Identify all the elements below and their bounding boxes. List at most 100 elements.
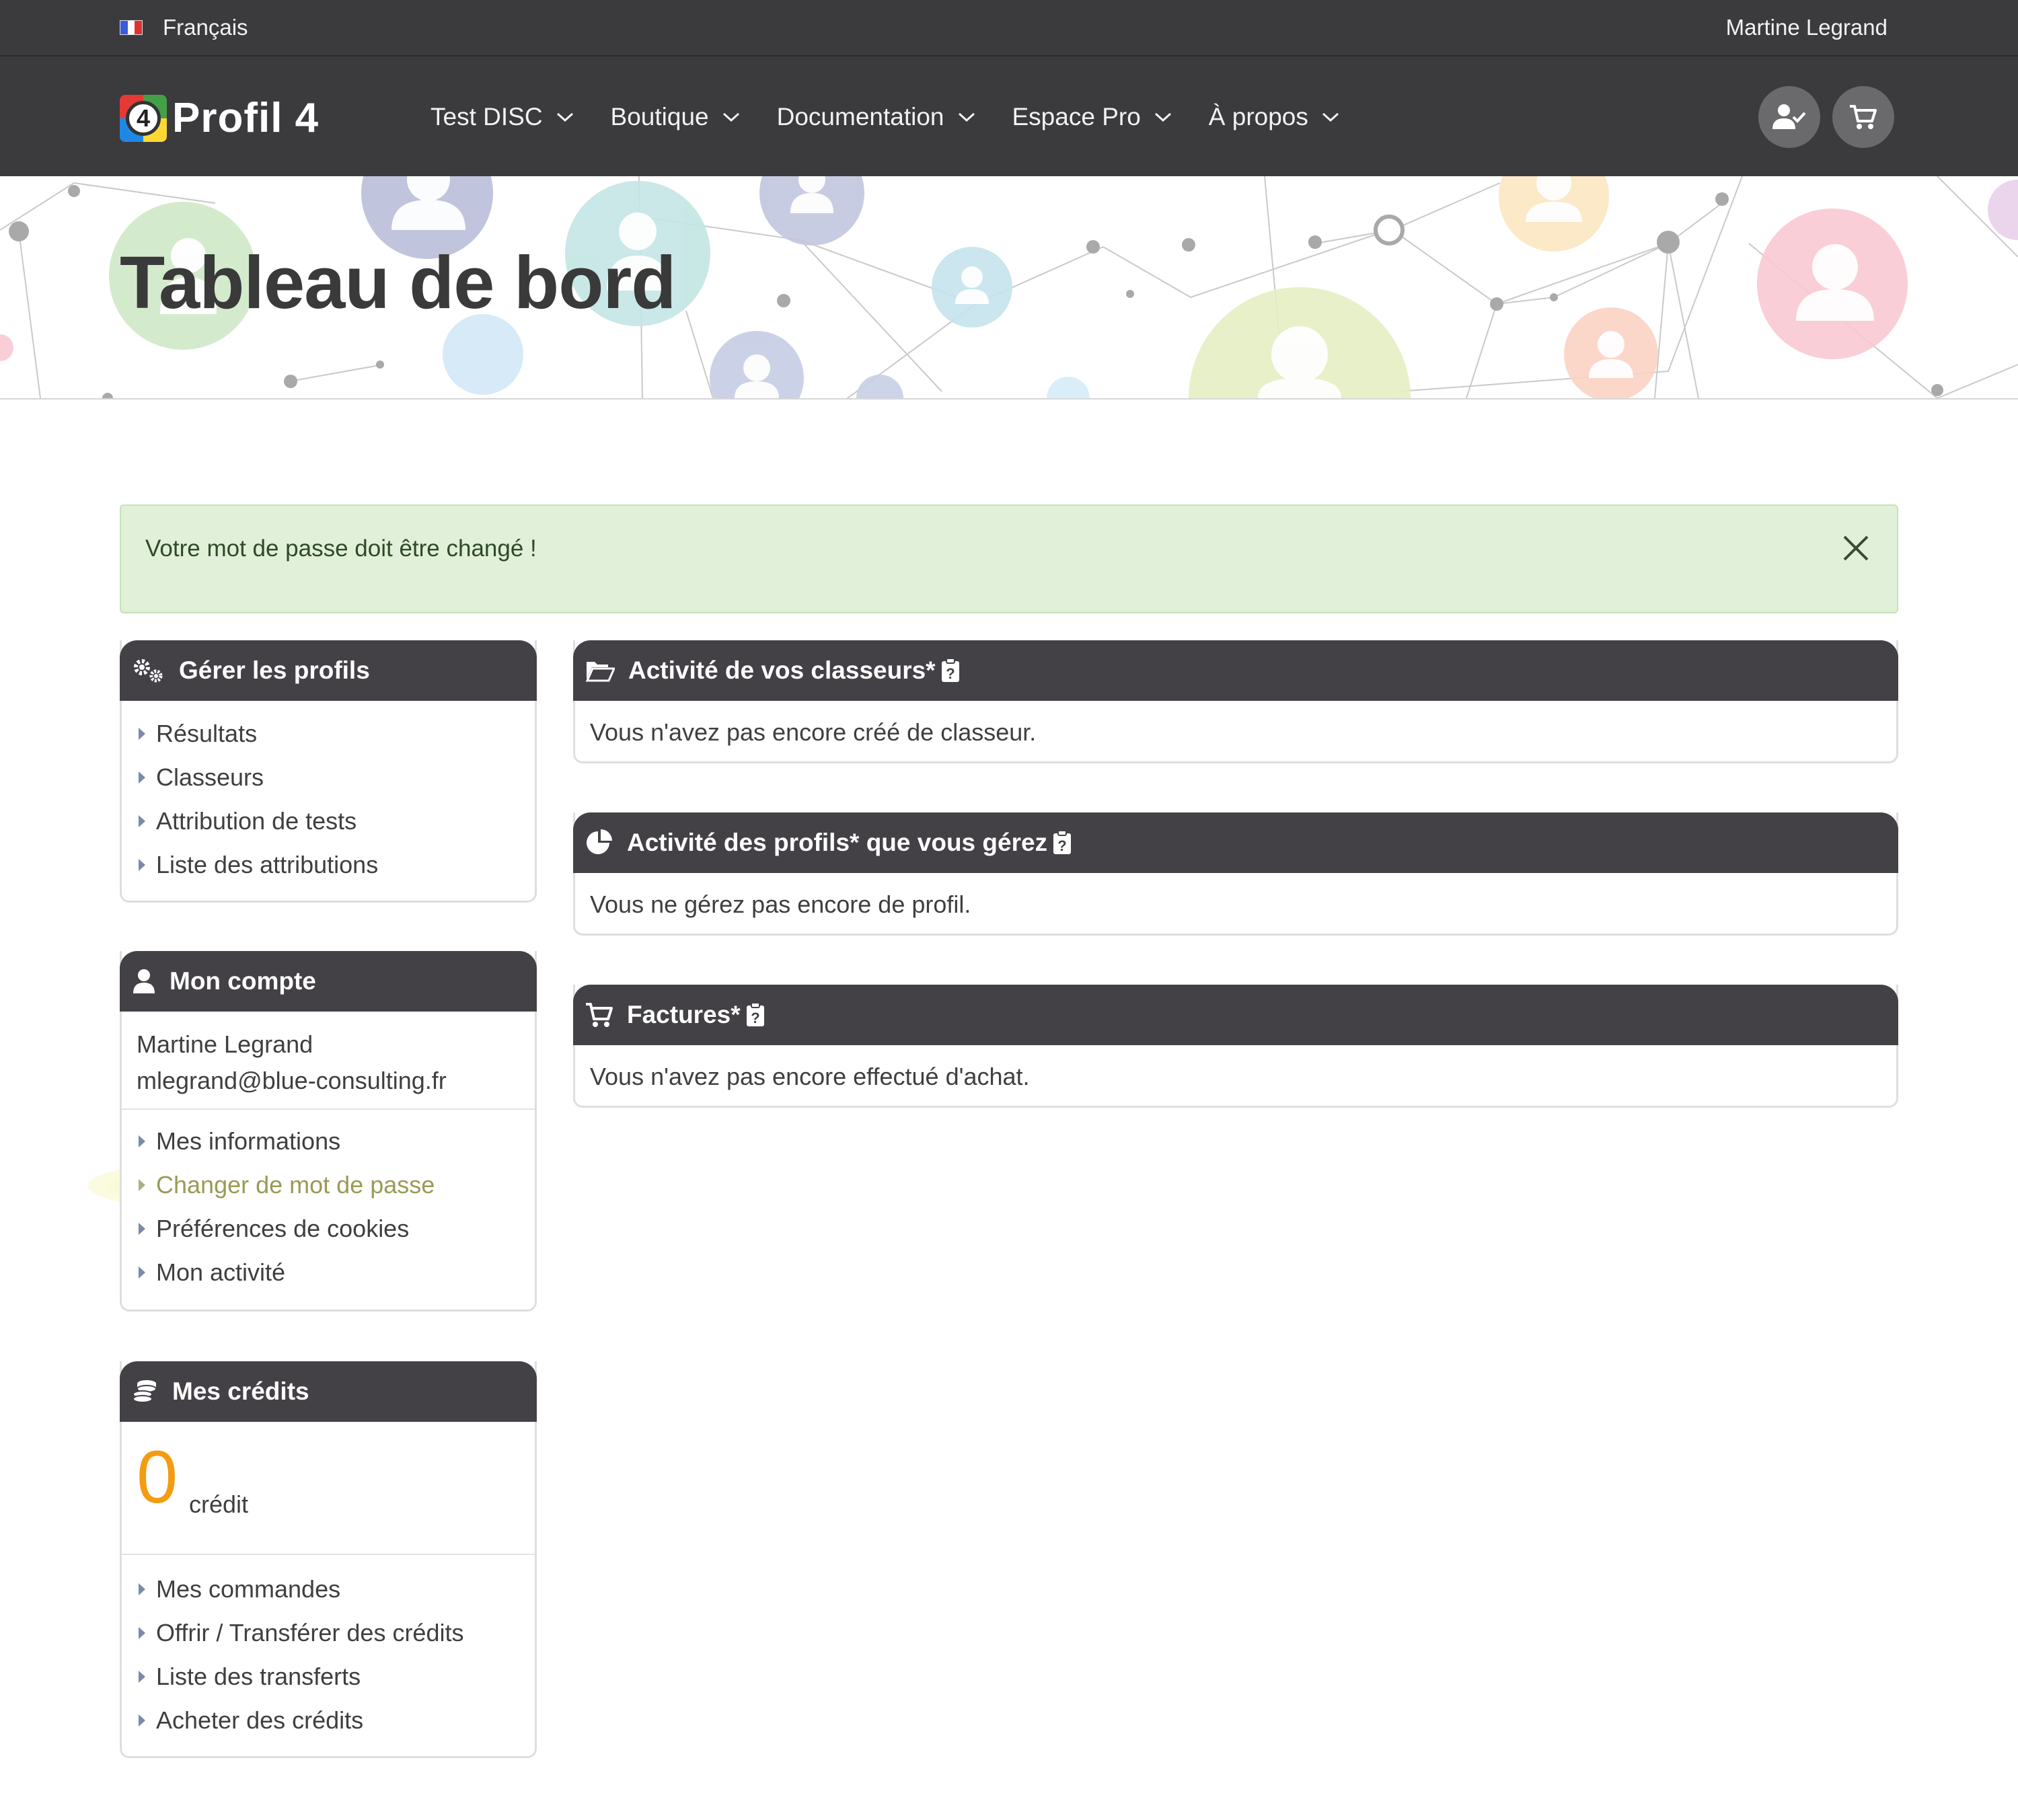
link-acheter-credits[interactable]: Acheter des crédits (122, 1698, 535, 1742)
link-mes-informations[interactable]: Mes informations (122, 1119, 535, 1163)
cogs-icon (132, 657, 165, 684)
panel-body: Martine Legrand mlegrand@blue-consulting… (122, 1026, 535, 1294)
top-user-name[interactable]: Martine Legrand (1726, 13, 1888, 42)
nav-item-label: À propos (1208, 103, 1308, 130)
clipboard-question-icon: ? (1053, 831, 1072, 854)
link-label: Mes commandes (156, 1575, 341, 1603)
divider (122, 1554, 535, 1555)
panel-body: 0 crédit Mes commandes Offrir / Transfér… (122, 1422, 535, 1742)
link-label: Acheter des crédits (156, 1706, 364, 1734)
nav-item-boutique[interactable]: Boutique (611, 103, 740, 131)
link-preferences-cookies[interactable]: Préférences de cookies (122, 1207, 535, 1250)
link-changer-mot-de-passe[interactable]: Changer de mot de passe (122, 1163, 535, 1207)
caret-right-icon (139, 1583, 145, 1595)
link-label: Mes informations (156, 1127, 341, 1155)
caret-right-icon (139, 1135, 145, 1147)
panel-header: Activité des profils* que vous gérez ? (573, 812, 1898, 873)
binders-activity-text: Vous n'avez pas encore créé de classeur. (590, 718, 1037, 746)
caret-right-icon (139, 1222, 145, 1235)
link-label: Liste des attributions (156, 850, 379, 878)
chevron-down-icon (1322, 112, 1339, 122)
language-selector[interactable]: Français (120, 13, 248, 42)
caret-right-icon (139, 1670, 145, 1683)
panel-header: Mon compte (120, 951, 537, 1012)
nav-item-label: Test DISC (431, 103, 543, 130)
chevron-down-icon (1154, 112, 1171, 122)
page-title: Tableau de bord (120, 241, 676, 324)
logo[interactable]: 4 Profil 4 (120, 94, 319, 142)
close-icon[interactable] (1839, 531, 1873, 565)
panel-title: Factures* (627, 1001, 741, 1028)
link-label: Attribution de tests (156, 806, 357, 835)
nav-item-label: Boutique (610, 103, 709, 130)
chevron-down-icon (722, 112, 739, 122)
clipboard-question-icon: ? (941, 658, 959, 682)
cart-button[interactable] (1832, 86, 1894, 148)
nav-item-test-disc[interactable]: Test DISC (431, 103, 574, 131)
credit-unit: crédit (189, 1490, 249, 1518)
panel-header: Activité de vos classeurs* ? (573, 640, 1898, 701)
link-mon-activite[interactable]: Mon activité (122, 1250, 535, 1294)
account-button[interactable] (1758, 86, 1820, 148)
nav-item-a-propos[interactable]: À propos (1209, 103, 1339, 131)
svg-text:?: ? (751, 1010, 759, 1026)
binders-activity-panel: Activité de vos classeurs* ? Vous n'avez… (573, 640, 1898, 763)
link-label: Préférences de cookies (156, 1214, 410, 1242)
nav-item-label: Espace Pro (1012, 103, 1141, 130)
credits-panel: Mes crédits 0 crédit Mes commandes Offri… (120, 1361, 537, 1758)
account-name: Martine Legrand (137, 1030, 313, 1058)
logo-number: 4 (126, 100, 161, 136)
chevron-down-icon (958, 112, 975, 122)
panel-header: Factures* ? (573, 985, 1898, 1045)
link-attribution-tests[interactable]: Attribution de tests (122, 799, 535, 843)
link-liste-transferts[interactable]: Liste des transferts (122, 1655, 535, 1698)
link-label: Classeurs (156, 763, 264, 791)
caret-right-icon (139, 814, 145, 827)
profiles-activity-text: Vous ne gérez pas encore de profil. (590, 890, 971, 918)
link-mes-commandes[interactable]: Mes commandes (122, 1567, 535, 1611)
top-bar: Français Martine Legrand (0, 0, 2018, 56)
coins-icon (132, 1378, 159, 1405)
link-label: Mon activité (156, 1258, 286, 1286)
link-resultats[interactable]: Résultats (122, 712, 535, 755)
hero-banner: Tableau de bord (0, 176, 2018, 400)
caret-right-icon (139, 1178, 145, 1191)
nav-item-espace-pro[interactable]: Espace Pro (1012, 103, 1172, 131)
link-liste-attributions[interactable]: Liste des attributions (122, 843, 535, 886)
panel-title: Activité de vos classeurs* (628, 656, 936, 684)
panel-title: Mes crédits (172, 1377, 309, 1405)
account-panel: Mon compte Martine Legrand mlegrand@blue… (120, 951, 537, 1312)
panel-title: Mon compte (170, 967, 316, 995)
invoices-panel: Factures* ? Vous n'avez pas encore effec… (573, 985, 1898, 1108)
caret-right-icon (139, 1626, 145, 1639)
nav-menu: Test DISC Boutique Documentation Espace … (431, 97, 1376, 137)
user-icon (132, 969, 156, 994)
password-alert: Votre mot de passe doit être changé ! (120, 504, 1898, 613)
panel-header: Mes crédits (120, 1361, 537, 1422)
link-offrir-transferer[interactable]: Offrir / Transférer des crédits (122, 1611, 535, 1655)
main-navbar: 4 Profil 4 Test DISC Boutique Documentat… (0, 56, 2018, 176)
chevron-down-icon (556, 112, 573, 122)
invoices-text: Vous n'avez pas encore effectué d'achat. (590, 1063, 1030, 1090)
logo-text: Profil 4 (172, 95, 320, 141)
panel-body: Vous n'avez pas encore créé de classeur. (575, 718, 1896, 747)
nav-item-label: Documentation (776, 103, 944, 130)
panel-header: Gérer les profils (120, 640, 537, 701)
credit-amount: 0 (137, 1436, 178, 1519)
divider (122, 1108, 535, 1110)
pie-chart-icon (585, 829, 613, 857)
user-check-icon (1772, 104, 1806, 129)
profiles-activity-panel: Activité des profils* que vous gérez ? V… (573, 812, 1898, 936)
nav-item-documentation[interactable]: Documentation (777, 103, 975, 131)
alert-message: Votre mot de passe doit être changé ! (145, 535, 537, 562)
cart-icon (1850, 105, 1877, 129)
caret-right-icon (139, 1714, 145, 1727)
link-label: Liste des transferts (156, 1662, 361, 1690)
caret-right-icon (139, 1266, 145, 1279)
svg-text:?: ? (1057, 837, 1066, 854)
link-label: Offrir / Transférer des crédits (156, 1618, 464, 1646)
logo-mark: 4 (120, 94, 167, 142)
panel-title: Gérer les profils (179, 656, 370, 684)
link-classeurs[interactable]: Classeurs (122, 755, 535, 799)
caret-right-icon (139, 858, 145, 871)
